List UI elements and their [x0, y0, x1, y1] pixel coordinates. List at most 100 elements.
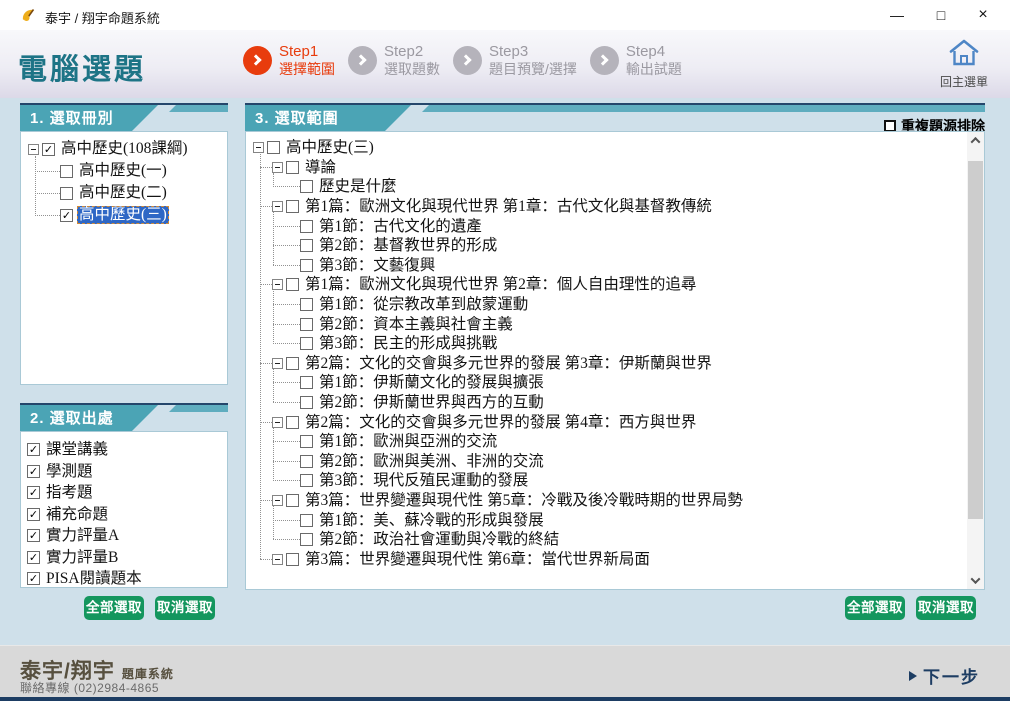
- app-logo-icon: [22, 9, 35, 21]
- checkbox[interactable]: [300, 239, 313, 253]
- checkbox[interactable]: ✓: [27, 529, 40, 543]
- source-option[interactable]: ✓ 指考題: [27, 482, 221, 504]
- checkbox[interactable]: ✓: [27, 572, 40, 586]
- scope-scrollbar[interactable]: [967, 132, 984, 589]
- checkbox[interactable]: [300, 435, 313, 449]
- tree-item[interactable]: 第2節：伊斯蘭世界與西方的互動: [273, 393, 957, 413]
- page-title: 電腦選題: [18, 54, 147, 86]
- tree-item[interactable]: 第3篇：世界變遷與現代性 第5章：冷戰及後冷戰時期的世界局勢: [260, 491, 957, 511]
- source-option[interactable]: ✓ 實力評量B: [27, 547, 221, 569]
- step-step1[interactable]: Step1 選擇範圍: [243, 43, 335, 78]
- home-label: 回主選單: [939, 75, 988, 89]
- collapse-expander-icon[interactable]: [272, 279, 283, 291]
- checkbox[interactable]: ✓: [27, 443, 40, 457]
- scrollbar-down-button[interactable]: [967, 572, 984, 589]
- source-option[interactable]: ✓ PISA閱讀題本: [27, 568, 221, 587]
- tree-item[interactable]: 導論: [260, 158, 957, 178]
- checkbox[interactable]: [300, 219, 313, 233]
- tree-item[interactable]: 高中歷史(三): [253, 138, 957, 158]
- tree-item[interactable]: 第2節：歐洲與美洲、非洲的交流: [273, 452, 957, 472]
- step-name: Step4: [625, 43, 666, 60]
- step-step4[interactable]: Step4 輸出試題: [589, 43, 682, 78]
- scope-select-all-button[interactable]: 全部選取: [845, 596, 905, 620]
- checkbox[interactable]: [286, 493, 299, 507]
- scope-deselect-button[interactable]: 取消選取: [916, 596, 976, 620]
- minimize-button[interactable]: —: [880, 0, 914, 30]
- app-window: 泰宇 / 翔宇命題系統 — □ × 電腦選題 Step1 選擇範圍 Step2 選取題…: [0, 0, 1010, 701]
- checkbox[interactable]: [300, 337, 313, 351]
- tree-item[interactable]: ✓ 高中歷史(三): [35, 204, 223, 226]
- collapse-expander-icon[interactable]: [272, 201, 283, 213]
- books-select-all-button[interactable]: 全部選取: [84, 596, 144, 620]
- checkbox[interactable]: [300, 317, 313, 331]
- tree-item[interactable]: 第2節：政治社會運動與冷戰的終結: [273, 530, 957, 550]
- checkbox[interactable]: [300, 258, 313, 272]
- checkbox[interactable]: [267, 141, 280, 155]
- home-button[interactable]: 回主選單: [938, 38, 990, 90]
- tree-item[interactable]: 高中歷史(二): [35, 182, 223, 204]
- collapse-expander-icon[interactable]: [272, 416, 283, 428]
- tree-item[interactable]: ✓ 高中歷史(108課綱): [28, 138, 223, 160]
- tree-connector: [35, 170, 60, 172]
- checkbox[interactable]: [286, 200, 299, 214]
- tree-item[interactable]: 第1節：伊斯蘭文化的發展與擴張: [273, 373, 957, 393]
- close-button[interactable]: ×: [966, 0, 1000, 30]
- checkbox[interactable]: [300, 298, 313, 312]
- tree-item[interactable]: 第2節：基督教世界的形成: [273, 236, 957, 256]
- tree-item[interactable]: 第1篇：歐洲文化與現代世界 第1章：古代文化與基督教傳統: [260, 197, 957, 217]
- checkbox[interactable]: [286, 278, 299, 292]
- checkbox[interactable]: [300, 376, 313, 390]
- step-step3[interactable]: Step3 題目預覽/選擇: [453, 43, 577, 78]
- checkbox[interactable]: [286, 415, 299, 429]
- checkbox[interactable]: ✓: [27, 507, 40, 521]
- collapse-expander-icon[interactable]: [272, 494, 283, 506]
- maximize-button[interactable]: □: [924, 0, 958, 30]
- scrollbar-up-button[interactable]: [967, 132, 984, 149]
- source-option[interactable]: ✓ 學測題: [27, 461, 221, 483]
- checkbox[interactable]: [300, 533, 313, 547]
- tree-item[interactable]: 第1節：從宗教改革到啟蒙運動: [273, 295, 957, 315]
- tree-item[interactable]: 第3節：民主的形成與挑戰: [273, 334, 957, 354]
- tree-item[interactable]: 第3節：文藝復興: [273, 256, 957, 276]
- tree-item[interactable]: 第3節：現代反殖民運動的發展: [273, 471, 957, 491]
- tree-item[interactable]: 第1節：歐洲與亞洲的交流: [273, 432, 957, 452]
- tree-item[interactable]: 第2節：資本主義與社會主義: [273, 314, 957, 334]
- checkbox[interactable]: [286, 160, 299, 174]
- checkbox[interactable]: [300, 454, 313, 468]
- tree-item[interactable]: 第3篇：世界變遷與現代性 第6章：當代世界新局面: [260, 549, 957, 569]
- tree-item[interactable]: 歷史是什麼: [273, 177, 957, 197]
- checkbox[interactable]: [60, 164, 73, 178]
- checkbox[interactable]: [300, 396, 313, 410]
- checkbox[interactable]: ✓: [27, 550, 40, 564]
- collapse-expander-icon[interactable]: [272, 357, 283, 369]
- collapse-expander-icon[interactable]: [28, 143, 39, 155]
- source-option[interactable]: ✓ 實力評量A: [27, 525, 221, 547]
- checkbox[interactable]: [300, 513, 313, 527]
- checkbox[interactable]: [300, 474, 313, 488]
- checkbox[interactable]: ✓: [42, 142, 55, 156]
- tree-item[interactable]: 第2篇：文化的交會與多元世界的發展 第4章：西方與世界: [260, 412, 957, 432]
- tree-item-label: 第3節：文藝復興: [319, 256, 436, 274]
- step-step2[interactable]: Step2 選取題數: [348, 43, 440, 78]
- collapse-expander-icon[interactable]: [253, 142, 264, 154]
- scrollbar-thumb[interactable]: [968, 161, 983, 519]
- tree-item[interactable]: 第2篇：文化的交會與多元世界的發展 第3章：伊斯蘭與世界: [260, 354, 957, 374]
- collapse-expander-icon[interactable]: [272, 553, 283, 565]
- books-deselect-button[interactable]: 取消選取: [155, 596, 215, 620]
- source-option[interactable]: ✓ 課堂講義: [27, 439, 221, 461]
- tree-connector: [273, 323, 300, 325]
- tree-item[interactable]: 第1節：美、蘇冷戰的形成與發展: [273, 510, 957, 530]
- collapse-expander-icon[interactable]: [272, 161, 283, 173]
- source-option[interactable]: ✓ 補充命題: [27, 504, 221, 526]
- checkbox[interactable]: ✓: [60, 208, 73, 222]
- checkbox[interactable]: [286, 552, 299, 566]
- checkbox[interactable]: [60, 186, 73, 200]
- tree-item[interactable]: 第1篇：歐洲文化與現代世界 第2章：個人自由理性的追尋: [260, 275, 957, 295]
- checkbox[interactable]: ✓: [27, 486, 40, 500]
- tree-item[interactable]: 第1節：古代文化的遺產: [273, 216, 957, 236]
- next-step-button[interactable]: 下一步: [909, 663, 980, 688]
- tree-item[interactable]: 高中歷史(一): [35, 160, 223, 182]
- checkbox[interactable]: ✓: [27, 464, 40, 478]
- checkbox[interactable]: [286, 356, 299, 370]
- checkbox[interactable]: [300, 180, 313, 194]
